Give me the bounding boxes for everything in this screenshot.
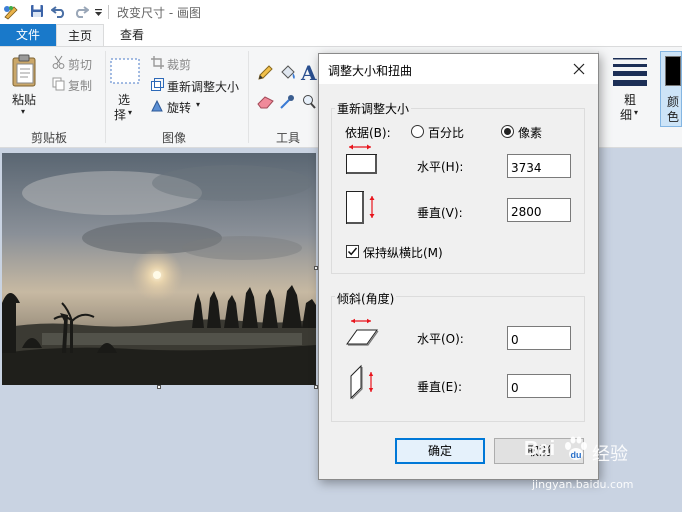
pixels-radio[interactable] <box>501 125 514 138</box>
skew-vertical-icon <box>345 364 379 403</box>
skew-group-legend: 倾斜(角度) <box>335 290 397 307</box>
ribbon-tabs: 文件 主页 查看 <box>0 24 682 47</box>
paint-app-icon[interactable] <box>2 4 20 20</box>
image-group-label: 图像 <box>162 131 187 145</box>
size-button-bottom[interactable]: 细 <box>620 106 632 123</box>
skew-vertical-input[interactable] <box>507 374 571 398</box>
group-separator <box>248 51 249 143</box>
canvas-resize-handle-bottom[interactable] <box>157 385 161 389</box>
vertical-size-label: 垂直(V): <box>417 206 463 220</box>
skew-group <box>331 296 585 422</box>
tools-group-label: 工具 <box>276 131 301 145</box>
tab-file[interactable]: 文件 <box>0 24 56 46</box>
fill-bucket-icon[interactable] <box>279 65 297 84</box>
color1-button[interactable]: 颜 色 <box>660 51 682 127</box>
cut-button[interactable]: 剪切 <box>68 56 92 73</box>
skew-horizontal-icon <box>345 318 379 349</box>
redo-icon[interactable] <box>73 4 90 20</box>
dialog-titlebar: 调整大小和扭曲 <box>319 54 598 84</box>
rotate-chevron-icon[interactable]: ▾ <box>196 100 200 109</box>
close-icon[interactable] <box>571 61 587 77</box>
tab-home[interactable]: 主页 <box>56 24 104 47</box>
pencil-icon[interactable] <box>257 65 273 84</box>
crop-button[interactable]: 裁剪 <box>167 56 191 73</box>
title-bar: 改变尺寸 - 画图 <box>0 0 682 24</box>
skew-horizontal-label: 水平(O): <box>417 332 464 346</box>
crop-icon[interactable] <box>151 56 164 72</box>
tab-view[interactable]: 查看 <box>106 24 158 46</box>
resize-group-legend: 重新调整大小 <box>335 100 412 117</box>
select-icon[interactable] <box>110 58 140 87</box>
watermark-brand2: 经验 <box>592 444 628 465</box>
canvas-image[interactable] <box>2 153 316 385</box>
save-icon[interactable] <box>30 4 44 20</box>
paste-icon[interactable] <box>11 54 39 91</box>
color-picker-icon[interactable] <box>279 94 295 113</box>
resize-icon[interactable] <box>151 78 164 94</box>
paste-chevron-icon[interactable]: ▾ <box>21 107 25 116</box>
horizontal-size-label: 水平(H): <box>417 160 464 174</box>
svg-text:du: du <box>571 450 582 460</box>
paw-icon: du <box>564 436 588 465</box>
vertical-resize-icon <box>345 190 379 229</box>
eraser-icon[interactable] <box>257 95 274 112</box>
percent-radio[interactable] <box>411 125 424 138</box>
window-title: 改变尺寸 - 画图 <box>117 6 201 20</box>
checkmark-icon <box>347 247 358 256</box>
size-chevron-icon[interactable]: ▾ <box>634 108 638 117</box>
undo-icon[interactable] <box>50 4 67 20</box>
resize-by-label: 依据(B): <box>345 126 391 140</box>
watermark-url: jingyan.baidu.com <box>532 478 634 491</box>
skew-vertical-label: 垂直(E): <box>417 380 462 394</box>
clipboard-group-label: 剪贴板 <box>31 131 68 145</box>
resize-skew-dialog: 调整大小和扭曲 重新调整大小 依据(B): 百分比 像素 水平(H): 垂直(V… <box>318 53 599 480</box>
horizontal-resize-icon <box>345 143 379 178</box>
watermark-brand: Bai <box>524 438 556 460</box>
dialog-title: 调整大小和扭曲 <box>328 64 413 78</box>
line-size-icon[interactable] <box>613 57 647 90</box>
vertical-size-input[interactable] <box>507 198 571 222</box>
pixels-radio-label[interactable]: 像素 <box>518 124 542 141</box>
title-separator <box>108 5 109 19</box>
horizontal-size-input[interactable] <box>507 154 571 178</box>
skew-horizontal-input[interactable] <box>507 326 571 350</box>
paste-button[interactable]: 粘贴 <box>12 91 36 108</box>
rotate-button[interactable]: 旋转 <box>167 99 191 116</box>
copy-icon[interactable] <box>52 77 65 94</box>
rotate-icon[interactable] <box>151 99 164 115</box>
text-tool-icon[interactable]: A <box>301 61 317 85</box>
select-button-bottom[interactable]: 择 <box>114 106 126 123</box>
ok-button[interactable]: 确定 <box>395 438 485 464</box>
percent-radio-label[interactable]: 百分比 <box>428 124 464 141</box>
magnifier-icon[interactable] <box>302 94 316 113</box>
keep-aspect-ratio-checkbox[interactable] <box>346 245 359 258</box>
resize-button[interactable]: 重新调整大小 <box>167 78 239 95</box>
keep-aspect-ratio-label[interactable]: 保持纵横比(M) <box>363 244 443 261</box>
customize-qat-chevron-icon[interactable] <box>94 7 103 23</box>
cut-icon[interactable] <box>52 55 65 72</box>
baidu-watermark: Bai du 经验 jingyan.baidu.com <box>524 434 682 498</box>
select-chevron-icon[interactable]: ▾ <box>128 108 132 117</box>
copy-button[interactable]: 复制 <box>68 77 92 94</box>
color1-swatch <box>665 56 681 86</box>
color1-label-bottom: 色 <box>667 110 680 124</box>
group-separator <box>105 51 106 143</box>
